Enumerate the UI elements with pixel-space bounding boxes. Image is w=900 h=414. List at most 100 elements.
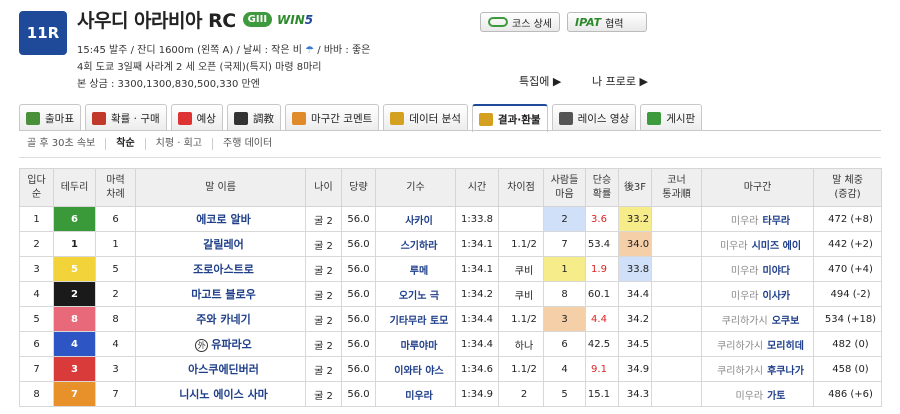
horse-number: 1 — [95, 231, 136, 257]
carried-weight: 56.0 — [341, 231, 376, 257]
track-condition: / 바바 : 좋은 — [317, 45, 371, 56]
win-odds: 15.1 — [585, 381, 619, 407]
margin: 쿠비 — [498, 256, 544, 282]
last-3f: 34.9 — [618, 356, 652, 382]
column-header: 사람들 마음 — [543, 168, 586, 207]
last-3f: 34.2 — [618, 306, 652, 332]
trainer-link[interactable]: 후쿠나가 — [767, 366, 804, 377]
jockey-link[interactable]: 이와타 야스 — [375, 356, 456, 382]
carried-weight: 56.0 — [341, 381, 376, 407]
popularity: 2 — [543, 206, 586, 232]
horse-name-link[interactable]: 에코로 알바 — [135, 206, 306, 232]
popularity: 8 — [543, 281, 586, 307]
feature-link[interactable]: 특집에 ▶ — [519, 73, 561, 89]
horse-name-link[interactable]: 마고트 블로우 — [135, 281, 306, 307]
column-header: 말 체중 (증감) — [813, 168, 882, 207]
trainer-link[interactable]: 미야다 — [763, 266, 791, 277]
tab-board[interactable]: 게시판 — [640, 104, 703, 131]
horse-name-link[interactable]: 니시노 에이스 사마 — [135, 381, 306, 407]
tab-stable-comment[interactable]: 마구간 코멘트 — [284, 104, 380, 131]
finish-time: 1:34.4 — [455, 331, 499, 357]
horse-number: 5 — [95, 256, 136, 282]
sex-age: 굴 2 — [305, 281, 342, 307]
popularity: 5 — [543, 381, 586, 407]
trainer-region: 미우라 — [719, 240, 748, 252]
entries-icon — [26, 111, 40, 125]
trainer-cell: 쿠리하가시 모리히데 — [701, 331, 814, 357]
tab-label: 게시판 — [666, 112, 696, 125]
subtab-3[interactable]: 주행 데이터 — [213, 138, 282, 150]
corner-passing — [651, 356, 702, 382]
jockey-link[interactable]: 루메 — [375, 256, 456, 282]
horse-number: 7 — [95, 381, 136, 407]
column-header: 말 이름 — [135, 168, 306, 207]
column-header: 입다 순 — [19, 168, 54, 207]
subtab-2[interactable]: 치평 · 회고 — [146, 138, 214, 150]
trainer-cell: 쿠리하가시 오쿠보 — [701, 306, 814, 332]
tab-prediction[interactable]: 예상 — [170, 104, 223, 131]
table-row: 1 6 6 에코로 알바 굴 2 56.0 사카이 1:33.8 2 3.6 33.2 미우라 타무라 4… — [19, 206, 882, 232]
gate-number: 4 — [53, 331, 96, 357]
tab-results[interactable]: 결과·환불 — [471, 104, 548, 132]
ipat-button[interactable]: IPAT 협력 — [567, 12, 647, 32]
tab-race-video[interactable]: 레이스 영상 — [551, 104, 637, 131]
win-odds: 4.4 — [585, 306, 619, 332]
win-odds: 3.6 — [585, 206, 619, 232]
trainer-region: 쿠리하가시 — [717, 340, 764, 352]
chat-icon — [647, 111, 662, 125]
corner-passing — [651, 331, 702, 357]
race-info-line-1: 15:45 발주 / 잔디 1600m (왼쪽 A) / 날씨 : 작은 비 ☂… — [77, 41, 370, 56]
finish-position: 8 — [19, 381, 54, 407]
jockey-link[interactable]: 미우라 — [375, 381, 456, 407]
sex-age: 굴 2 — [305, 231, 342, 257]
course-detail-button[interactable]: 코스 상세 — [480, 12, 560, 32]
my-profile-link[interactable]: 나 프로로 ▶ — [592, 73, 648, 89]
horse-name-link[interactable]: 조로아스트로 — [135, 256, 306, 282]
jockey-link[interactable]: 마루야마 — [375, 331, 456, 357]
horse-name-link[interactable]: 아스쿠에딘버러 — [135, 356, 306, 382]
ipat-logo-icon: IPAT — [575, 15, 602, 29]
carried-weight: 56.0 — [341, 331, 376, 357]
margin: 1.1/2 — [498, 306, 544, 332]
tab-entries[interactable]: 출마표 — [19, 104, 81, 131]
trainer-link[interactable]: 모리히데 — [767, 341, 804, 352]
last-3f: 34.0 — [618, 231, 652, 257]
column-header: 기수 — [375, 168, 456, 207]
race-info-line-2: 4회 도쿄 3일째 사라계 2 세 오픈 (국제)(특지) 마령 8마리 — [77, 62, 322, 73]
jockey-link[interactable]: 스기하라 — [375, 231, 456, 257]
win-odds: 9.1 — [585, 356, 619, 382]
trainer-link[interactable]: 오쿠보 — [772, 316, 800, 327]
finish-time: 1:34.9 — [455, 381, 499, 407]
tab-label: 마구간 코멘트 — [310, 112, 373, 125]
tab-data-analysis[interactable]: 데이터 분석 — [383, 104, 468, 131]
tab-divider — [19, 130, 881, 131]
subtab-1[interactable]: 착순 — [106, 138, 146, 150]
trainer-link[interactable]: 타무라 — [763, 216, 791, 227]
win5-logo: WIN5 — [277, 13, 313, 27]
subtab-0[interactable]: 골 후 30초 속보 — [19, 138, 107, 150]
table-row: 4 2 2 마고트 블로우 굴 2 56.0 오기노 극 1:34.2 쿠비 8 60.1 34.4 미… — [19, 281, 882, 307]
trainer-link[interactable]: 이사카 — [763, 291, 791, 302]
horse-name-link[interactable]: 갈릴레어 — [135, 231, 306, 257]
horse-number: 6 — [95, 206, 136, 232]
jockey-link[interactable]: 오기노 극 — [375, 281, 456, 307]
win5-logo-number: 5 — [304, 12, 314, 27]
trainer-link[interactable]: 시미즈 에이 — [752, 241, 801, 252]
jockey-link[interactable]: 사카이 — [375, 206, 456, 232]
carried-weight: 56.0 — [341, 256, 376, 282]
trainer-cell: 쿠리하가시 후쿠나가 — [701, 356, 814, 382]
trainer-link[interactable]: 가토 — [767, 391, 785, 402]
trainer-region: 미우라 — [730, 215, 759, 227]
horse-name-link[interactable]: 外 유파라오 — [135, 331, 306, 357]
last-3f: 34.4 — [618, 281, 652, 307]
race-title-row: 사우디 아라비아 RC GIII WIN5 — [77, 6, 313, 33]
subtab-divider — [19, 157, 881, 158]
horse-name-link[interactable]: 주와 카네기 — [135, 306, 306, 332]
jockey-link[interactable]: 기타무라 토모 — [375, 306, 456, 332]
horse-weight: 470 (+4) — [813, 256, 882, 282]
tab-training[interactable]: 調教 — [226, 104, 281, 131]
finish-time: 1:34.1 — [455, 231, 499, 257]
horse-name: 유파라오 — [211, 338, 252, 351]
gate-number: 6 — [53, 206, 96, 232]
tab-odds[interactable]: 확률 · 구매 — [84, 104, 167, 131]
